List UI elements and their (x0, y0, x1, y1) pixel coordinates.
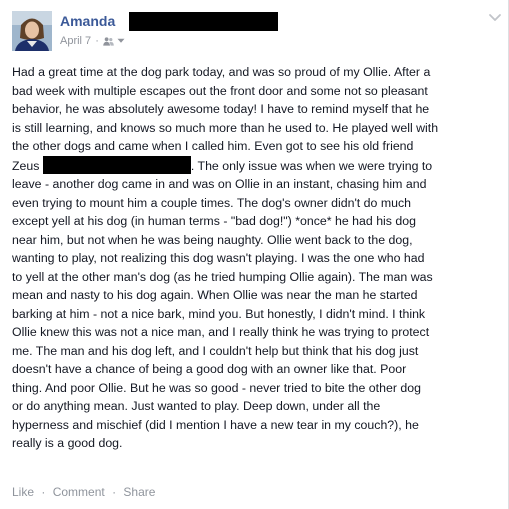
post-line: really is a good dog. (12, 436, 123, 450)
friend-name: Zeus (12, 158, 40, 173)
post-line: wanting to play, not realizing this dog … (12, 251, 425, 265)
post-line: behavior, he was absolutely awesome toda… (12, 102, 430, 116)
chevron-down-icon (489, 14, 501, 21)
post-line: barking at him - not a nice bark, mind y… (12, 306, 426, 321)
like-link[interactable]: Like (12, 485, 34, 499)
post-line: even trying to mount him a couple times.… (12, 195, 412, 210)
post-meta: April 7 · (60, 35, 125, 47)
action-separator: · (112, 485, 117, 499)
post-line: thing. And poor Ollie. But he was so goo… (12, 380, 421, 395)
post-line: bad week with multiple escapes out the f… (12, 83, 428, 98)
post-date[interactable]: April 7 (60, 35, 91, 47)
author-name-link[interactable]: Amanda (60, 13, 115, 29)
post-actions: Like · Comment · Share (12, 485, 155, 499)
audience-chevron-icon[interactable] (117, 38, 125, 44)
meta-separator: · (95, 35, 99, 47)
post-line: or do anything mean. Just wanted to play… (12, 399, 381, 413)
post-line: except yell at his dog (in human terms -… (12, 214, 416, 228)
share-link[interactable]: Share (123, 485, 155, 499)
action-separator: · (41, 485, 46, 499)
redacted-surname (129, 12, 278, 31)
post-line: doesn't have a chance of being a good do… (12, 362, 407, 376)
post-body: Had a great time at the dog park today, … (12, 63, 498, 453)
post-options-button[interactable] (488, 10, 502, 24)
friends-icon (103, 36, 114, 46)
post-line: me. The man and his dog left, and I coul… (12, 343, 419, 358)
avatar-photo (12, 11, 52, 51)
post-line: the other dogs and came when I called hi… (12, 139, 414, 153)
post-line: is still learning, and knows so much mor… (12, 120, 439, 135)
comment-link[interactable]: Comment (53, 485, 105, 499)
post-line: Had a great time at the dog park today, … (12, 65, 431, 79)
post-line: to yell at the other man's dog (as he tr… (12, 269, 433, 284)
avatar[interactable] (12, 11, 52, 51)
post-line: mean and nasty to his dog again. When Ol… (12, 288, 418, 302)
post-line: Ollie knew this was not a nice man, and … (12, 325, 430, 339)
redacted-friend-surname (42, 155, 191, 174)
post-card: Amanda April 7 · Had a great time at the… (0, 0, 509, 509)
post-line: hyperness and mischief (did I mention I … (12, 417, 419, 432)
post-line-with-redaction: Zeus . The only issue was when we were t… (12, 155, 498, 176)
post-line: leave - another dog came in and was on O… (12, 177, 427, 191)
post-line: near him, but not when he was being naug… (12, 232, 413, 247)
post-line-fragment: . The only issue was when we were trying… (190, 158, 433, 173)
